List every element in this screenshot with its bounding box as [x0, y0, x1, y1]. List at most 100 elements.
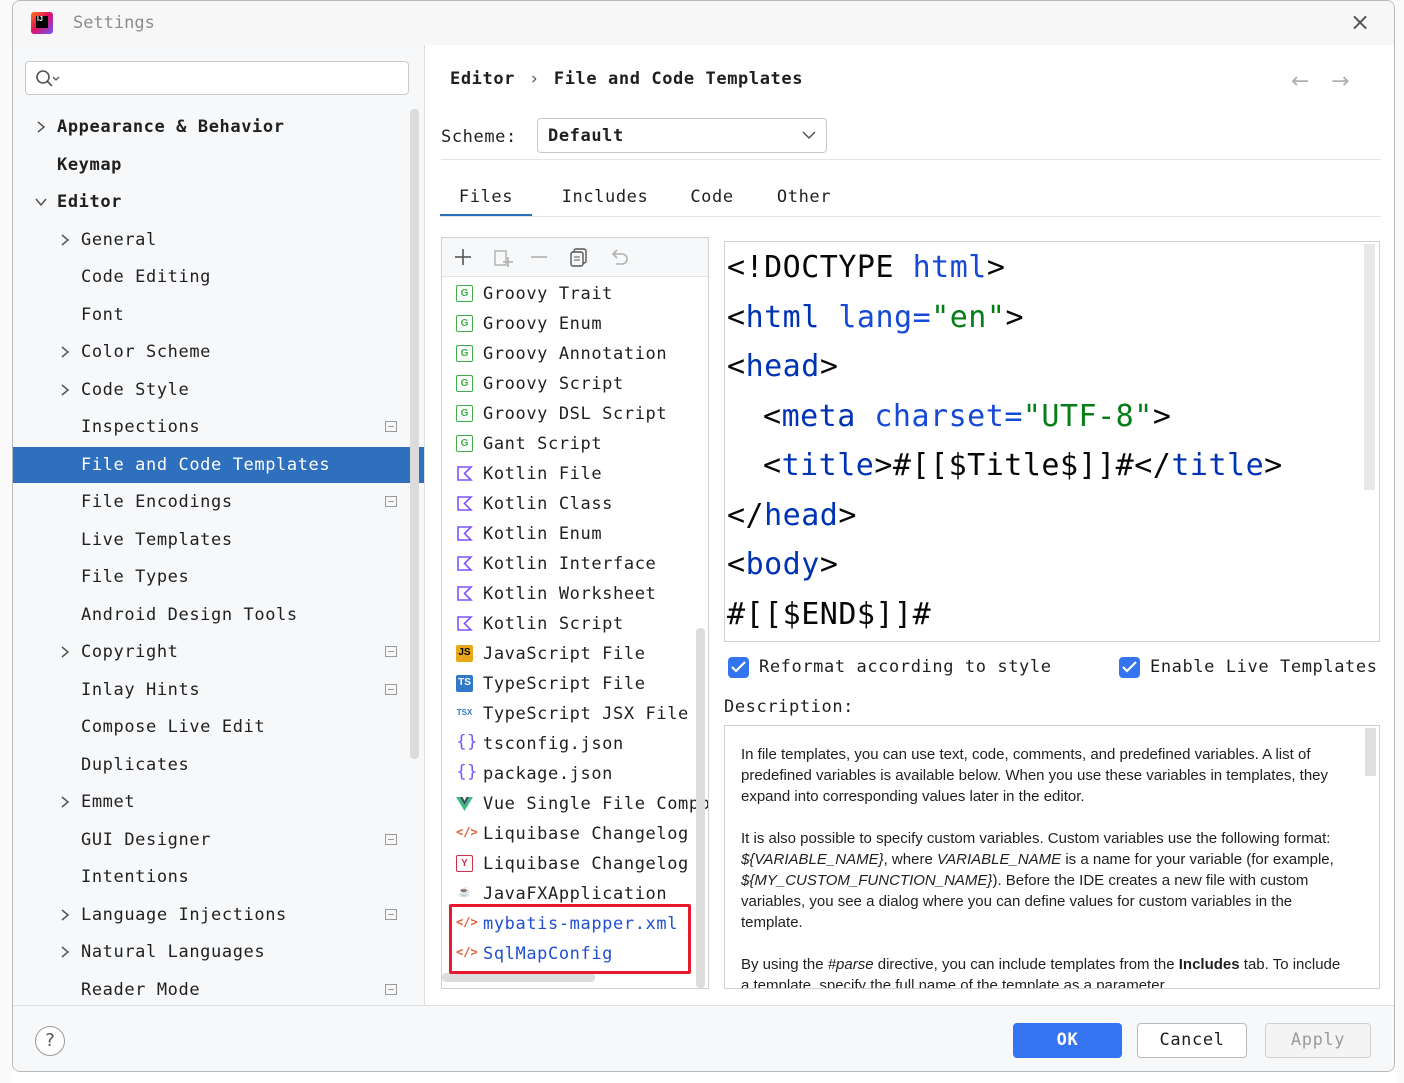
sidebar-item[interactable]: File Types — [13, 559, 424, 595]
template-list-item[interactable]: </> SqlMapConfig — [442, 939, 708, 969]
template-list-item[interactable]: {} tsconfig.json — [442, 729, 708, 759]
close-icon[interactable]: × — [1349, 10, 1371, 34]
code-token: > — [1005, 299, 1024, 335]
template-name: Groovy Trait — [483, 284, 614, 304]
sidebar-item[interactable]: Copyright — [13, 634, 424, 670]
sidebar-item[interactable]: Live Templates — [13, 522, 424, 558]
sidebar-item[interactable]: Intentions — [13, 859, 424, 895]
sidebar-item[interactable]: Inlay Hints — [13, 672, 424, 708]
sidebar-item[interactable]: Code Editing — [13, 259, 424, 295]
sidebar-item[interactable]: Inspections — [13, 409, 424, 445]
groovy-icon: G — [456, 315, 473, 332]
template-name: Kotlin Interface — [483, 554, 657, 574]
tab-code[interactable]: Code — [668, 177, 756, 217]
template-list-item[interactable]: Kotlin File — [442, 459, 708, 489]
chevron-right-icon[interactable] — [59, 908, 71, 921]
template-list-scrollbar[interactable] — [696, 628, 705, 988]
chevron-down-icon[interactable] — [35, 196, 47, 208]
help-icon[interactable]: ? — [35, 1026, 65, 1056]
description-scrollbar[interactable] — [1365, 728, 1376, 776]
enable-live-templates-label[interactable]: Enable Live Templates — [1150, 657, 1378, 677]
copy-icon[interactable] — [568, 246, 590, 268]
back-arrow-icon[interactable]: ← — [1291, 69, 1309, 94]
sidebar-item[interactable]: Font — [13, 297, 424, 333]
sidebar-item[interactable]: Compose Live Edit — [13, 709, 424, 745]
template-name: Liquibase Changelog — [483, 824, 689, 844]
chevron-right-icon[interactable] — [59, 946, 71, 958]
template-list-item[interactable]: G Groovy Enum — [442, 309, 708, 339]
template-list-item[interactable]: Vue Single File Compo — [442, 789, 708, 819]
template-list-item[interactable]: G Groovy Trait — [442, 279, 708, 309]
tab-other[interactable]: Other — [756, 177, 852, 217]
sidebar-item[interactable]: GUI Designer — [13, 822, 424, 858]
groovy-icon: G — [456, 375, 473, 392]
ok-button[interactable]: OK — [1013, 1023, 1122, 1058]
chevron-right-icon[interactable] — [35, 121, 47, 133]
template-list-item[interactable]: G Groovy Annotation — [442, 339, 708, 369]
breadcrumb-parent[interactable]: Editor — [450, 69, 515, 89]
kotlin-icon — [456, 525, 473, 542]
add-child-icon[interactable] — [492, 246, 514, 268]
template-list-item[interactable]: Kotlin Enum — [442, 519, 708, 549]
template-list-item[interactable]: TS TypeScript File — [442, 669, 708, 699]
chevron-right-icon[interactable] — [59, 383, 71, 396]
sidebar-item[interactable]: Natural Languages — [13, 934, 424, 970]
sidebar-item[interactable]: Color Scheme — [13, 334, 424, 370]
template-list-item[interactable]: G Gant Script — [442, 429, 708, 459]
template-name: TypeScript JSX File — [483, 704, 689, 724]
template-name: TypeScript File — [483, 674, 646, 694]
chevron-right-icon[interactable] — [59, 646, 71, 658]
template-list-item[interactable]: G Groovy DSL Script — [442, 399, 708, 429]
remove-icon[interactable] — [528, 246, 550, 268]
template-list-item[interactable]: TSX TypeScript JSX File — [442, 699, 708, 729]
reformat-checkbox[interactable] — [728, 657, 749, 678]
template-list-hscrollbar[interactable] — [442, 973, 595, 982]
sidebar-item[interactable]: Code Style — [13, 372, 424, 408]
chevron-right-icon[interactable] — [59, 233, 71, 246]
template-list-item[interactable]: Kotlin Script — [442, 609, 708, 639]
code-token: meta — [781, 398, 856, 434]
settings-search-input[interactable] — [25, 61, 409, 95]
sidebar-item[interactable]: Language Injections — [13, 897, 424, 933]
sidebar-item-label: Appearance & Behavior — [57, 117, 285, 137]
forward-arrow-icon[interactable]: → — [1331, 69, 1349, 94]
sidebar-item[interactable]: Emmet — [13, 784, 424, 820]
sidebar-item[interactable]: Android Design Tools — [13, 597, 424, 633]
template-list-item[interactable]: Kotlin Interface — [442, 549, 708, 579]
template-list-item[interactable]: </> mybatis-mapper.xml — [442, 909, 708, 939]
template-list-item[interactable]: {} package.json — [442, 759, 708, 789]
reformat-label[interactable]: Reformat according to style — [759, 657, 1052, 677]
kotlin-icon — [456, 615, 473, 632]
chevron-right-icon[interactable] — [59, 346, 71, 358]
editor-scrollbar[interactable] — [1364, 244, 1375, 490]
template-code-editor[interactable]: <!DOCTYPE html> <html lang="en"> <head> <me… — [724, 241, 1380, 642]
tab-files[interactable]: Files — [440, 177, 532, 217]
template-list-item[interactable]: Y Liquibase Changelog — [442, 849, 708, 879]
scheme-dropdown[interactable]: Default — [537, 118, 827, 153]
sidebar-item[interactable]: General — [13, 222, 424, 258]
reset-icon[interactable] — [608, 246, 630, 268]
sidebar-item[interactable]: File Encodings — [13, 484, 424, 520]
cancel-button[interactable]: Cancel — [1137, 1023, 1247, 1058]
add-icon[interactable] — [452, 246, 474, 268]
sidebar-item-label: Copyright — [81, 642, 179, 662]
sidebar-item[interactable]: Reader Mode — [13, 972, 424, 1008]
sidebar-scrollbar[interactable] — [410, 109, 419, 759]
template-list-item[interactable]: G Groovy Script — [442, 369, 708, 399]
sidebar-item[interactable]: Editor — [13, 184, 424, 220]
template-name: Kotlin File — [483, 464, 603, 484]
enable-live-templates-checkbox[interactable] — [1119, 657, 1140, 678]
template-list-item[interactable]: Kotlin Worksheet — [442, 579, 708, 609]
template-list-item[interactable]: ☕ JavaFXApplication — [442, 879, 708, 909]
sidebar-item[interactable]: File and Code Templates — [13, 446, 424, 483]
sidebar-item[interactable]: Keymap — [13, 147, 424, 183]
apply-button[interactable]: Apply — [1265, 1023, 1371, 1058]
template-list-item[interactable]: JS JavaScript File — [442, 639, 708, 669]
checkmark-icon — [731, 661, 746, 673]
chevron-right-icon[interactable] — [59, 796, 71, 808]
sidebar-item[interactable]: Appearance & Behavior — [13, 109, 424, 145]
template-list-item[interactable]: Kotlin Class — [442, 489, 708, 519]
tab-includes[interactable]: Includes — [544, 177, 666, 217]
template-list-item[interactable]: </> Liquibase Changelog — [442, 819, 708, 849]
sidebar-item[interactable]: Duplicates — [13, 747, 424, 783]
